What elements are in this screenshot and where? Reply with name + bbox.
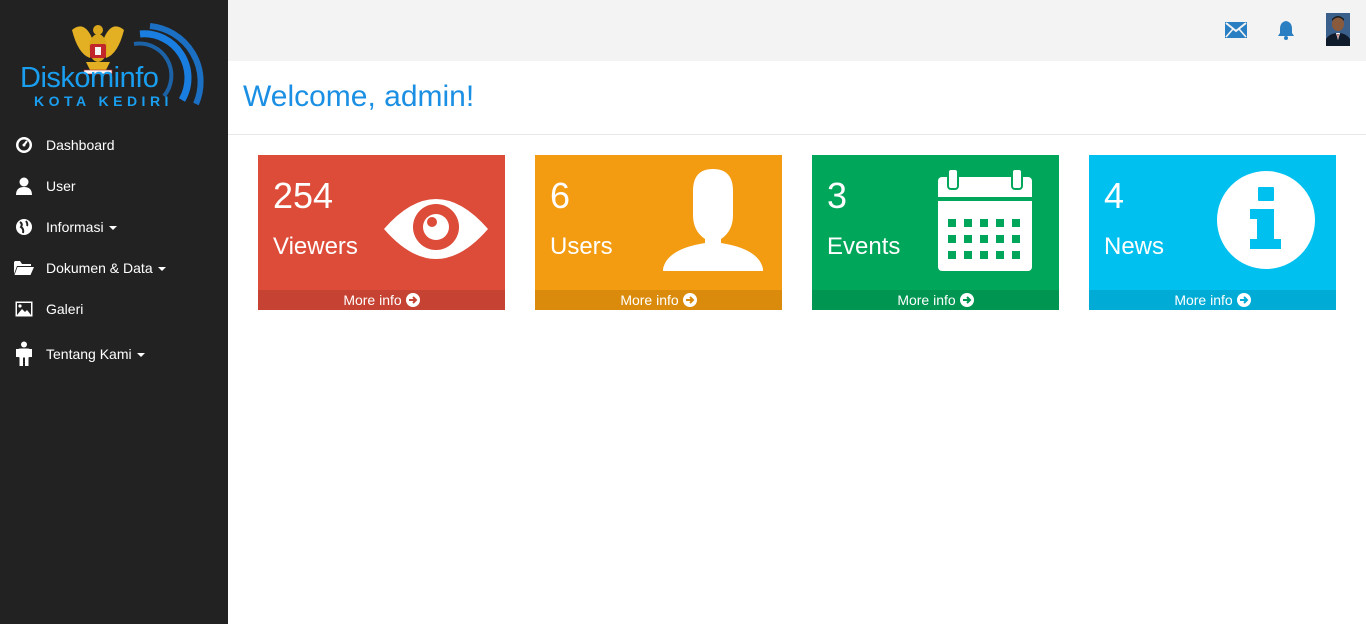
sidebar-item-label: Dokumen & Data <box>46 259 153 276</box>
brand-name: Diskominfo <box>20 62 159 94</box>
picture-icon <box>14 299 34 319</box>
more-info-link[interactable]: More info <box>258 290 505 310</box>
sidebar-item-label: Dashboard <box>46 136 115 153</box>
stat-label: Users <box>550 233 613 260</box>
sidebar-item-galeri[interactable]: Galeri <box>0 288 228 329</box>
arrow-circle-right-icon <box>682 293 697 307</box>
sidebar-item-label-wrap: Dokumen & Data <box>46 260 166 276</box>
stat-card-viewers[interactable]: 254 Viewers More info <box>258 155 505 310</box>
caret-down-icon <box>136 353 145 358</box>
more-info-link[interactable]: More info <box>1089 290 1336 310</box>
sidebar-item-user[interactable]: User <box>0 165 228 206</box>
stat-card-events[interactable]: 3 Events More info <box>812 155 1059 310</box>
arrow-circle-right-icon <box>405 293 420 307</box>
info-circle-icon <box>1217 171 1315 274</box>
sidebar-item-label: Informasi <box>46 218 104 235</box>
arrow-circle-right-icon <box>959 293 974 307</box>
more-info-label: More info <box>897 292 956 308</box>
page-header: Welcome, admin! <box>228 61 1366 135</box>
avatar-photo-icon <box>1326 13 1350 46</box>
more-info-link[interactable]: More info <box>812 290 1059 310</box>
stat-label: News <box>1104 233 1165 260</box>
avatar[interactable] <box>1326 13 1350 46</box>
page-title: Welcome, admin! <box>243 80 475 113</box>
sidebar-item-label: Galeri <box>46 300 84 317</box>
stat-label: Events <box>827 233 901 260</box>
sidebar-item-label: User <box>46 177 76 194</box>
eye-icon <box>382 193 490 270</box>
caret-down-icon <box>108 225 117 230</box>
more-info-label: More info <box>1174 292 1233 308</box>
mail-icon[interactable] <box>1224 18 1248 42</box>
caret-down-icon <box>157 266 166 271</box>
stat-card-news[interactable]: 4 News More info <box>1089 155 1336 310</box>
more-info-link[interactable]: More info <box>535 290 782 310</box>
sidebar-item-label-wrap: Tentang Kami <box>46 346 145 362</box>
brand-logo[interactable]: Diskominfo KOTA KEDIRI <box>0 0 228 118</box>
stat-label: Viewers <box>273 233 358 260</box>
sidebar-item-label-wrap: Informasi <box>46 219 117 235</box>
calendar-icon <box>938 168 1034 276</box>
stat-count: 3 <box>827 175 848 216</box>
more-info-label: More info <box>620 292 679 308</box>
arrow-circle-right-icon <box>1236 293 1251 307</box>
folder-open-icon <box>14 258 34 278</box>
sidebar: Diskominfo KOTA KEDIRI Dashboard User In… <box>0 0 228 624</box>
person-icon <box>14 341 34 366</box>
stat-count: 4 <box>1104 175 1125 216</box>
dashboard-icon <box>14 135 34 155</box>
brand-subtitle: KOTA KEDIRI <box>34 93 173 109</box>
sidebar-item-label: Tentang Kami <box>46 346 132 362</box>
sidebar-item-tentang-kami[interactable]: Tentang Kami <box>0 329 228 379</box>
sidebar-item-dokumen[interactable]: Dokumen & Data <box>0 247 228 288</box>
sidebar-nav: Dashboard User Informasi Dokumen & Data … <box>0 124 228 379</box>
sidebar-item-informasi[interactable]: Informasi <box>0 206 228 247</box>
more-info-label: More info <box>343 292 402 308</box>
bell-icon[interactable] <box>1274 18 1298 42</box>
sidebar-item-dashboard[interactable]: Dashboard <box>0 124 228 165</box>
top-navbar <box>228 0 1366 61</box>
stat-count: 254 <box>273 175 334 216</box>
user-icon <box>14 176 34 196</box>
stat-card-users[interactable]: 6 Users More info <box>535 155 782 310</box>
globe-icon <box>14 217 34 237</box>
user-silhouette-icon <box>661 169 765 276</box>
stat-count: 6 <box>550 175 571 216</box>
